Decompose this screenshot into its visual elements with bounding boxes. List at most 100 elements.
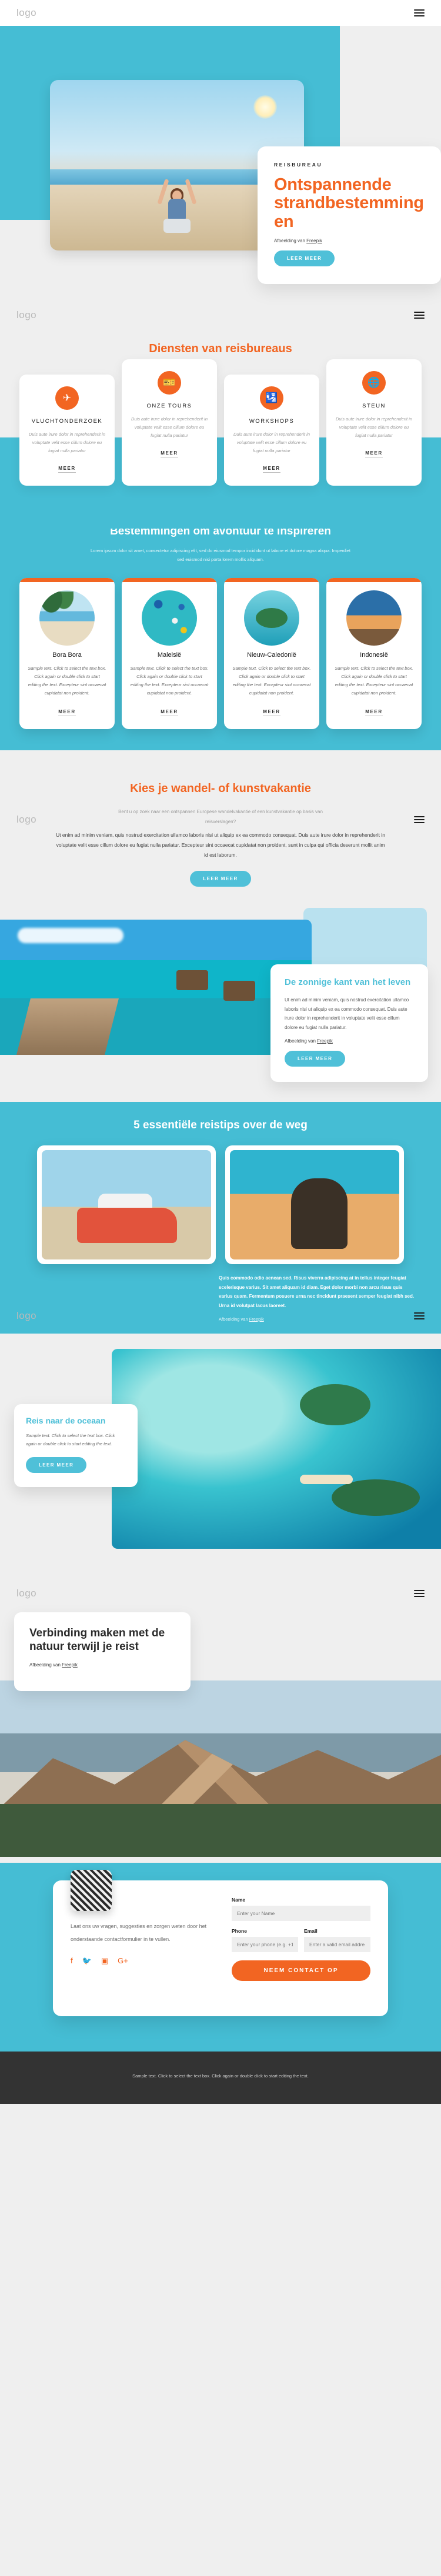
email-field-label: Email xyxy=(304,1928,318,1934)
man-drinking-photo xyxy=(230,1150,399,1260)
palm-beach-photo xyxy=(39,590,95,646)
sun-shape xyxy=(253,95,277,119)
email-field[interactable] xyxy=(304,1937,370,1953)
destination-name: Nieuw-Caledonië xyxy=(247,651,296,659)
lagoon-photo xyxy=(244,590,299,646)
top-navbar: logo xyxy=(0,0,441,26)
service-card[interactable]: 🛂 WORKSHOPS Duis aute irure dolor in rep… xyxy=(224,375,319,486)
destination-name: Bora Bora xyxy=(52,651,82,659)
ocean-cta-button[interactable]: LEER MEER xyxy=(26,1456,87,1473)
logo[interactable]: logo xyxy=(16,7,36,19)
destination-card[interactable]: Bora Bora Sample text. Click to select t… xyxy=(19,578,115,729)
destination-more-link[interactable]: MEER xyxy=(365,709,383,716)
footer-text: Sample text. Click to select the text bo… xyxy=(132,2073,309,2079)
services-card-row: ✈ VLUCHTONDERZOEK Duis aute irure dolor … xyxy=(0,359,441,486)
sunny-cta-button[interactable]: LEER MEER xyxy=(285,1050,346,1067)
hamburger-menu-icon[interactable] xyxy=(414,816,425,823)
hero-cta-button[interactable]: LEER MEER xyxy=(274,250,335,266)
name-field-label: Name xyxy=(232,1897,246,1903)
hamburger-menu-icon[interactable] xyxy=(414,1312,425,1319)
mountain-forest-photo xyxy=(0,1680,441,1857)
walking-holiday-section: Kies je wandel- of kunstvakantie Bent u … xyxy=(0,750,441,908)
hamburger-menu-icon[interactable] xyxy=(414,1589,425,1597)
tips-navbar: logo xyxy=(0,1303,441,1329)
destination-more-link[interactable]: MEER xyxy=(58,709,76,716)
card-accent-bar xyxy=(224,578,319,583)
destination-text: Sample text. Click to select the text bo… xyxy=(335,666,413,696)
ocean-title: Reis naar de oceaan xyxy=(26,1415,106,1425)
twitter-icon[interactable]: 🐦 xyxy=(82,1956,92,1966)
hero-text-card: REISBUREAU Ontspannende strandbestemming… xyxy=(258,146,441,284)
service-text: Duis aute irure dolor in reprehenderit i… xyxy=(28,432,106,453)
nature-text-card: Verbinding maken met de natuur terwijl j… xyxy=(14,1612,191,1692)
service-more-link[interactable]: MEER xyxy=(58,466,76,473)
contact-form: Name Phone Email NEEM CONTACT OP xyxy=(232,1897,370,1982)
landing-page: logo REISBUREAU Ontspannende strandbeste… xyxy=(0,0,441,2104)
service-name: VLUCHTONDERZOEK xyxy=(31,418,103,425)
hero-title: Ontspannende strandbestemmingen xyxy=(274,175,424,231)
services-navbar: logo xyxy=(0,302,441,328)
instagram-icon[interactable]: ▣ xyxy=(101,1956,108,1966)
service-card[interactable]: 🌐 STEUN Duis aute irure dolor in reprehe… xyxy=(326,359,422,486)
hamburger-menu-icon[interactable] xyxy=(414,312,425,319)
freepik-link[interactable]: Freepik xyxy=(317,1038,333,1044)
walking-navbar: logo xyxy=(0,807,441,833)
tropical-island-aerial-photo xyxy=(112,1348,441,1549)
phone-field[interactable] xyxy=(232,1937,298,1953)
google-plus-icon[interactable]: G+ xyxy=(118,1956,128,1966)
destination-more-link[interactable]: MEER xyxy=(263,709,280,716)
logo[interactable]: logo xyxy=(16,1310,36,1322)
card-accent-bar xyxy=(122,578,217,583)
submit-button[interactable]: NEEM CONTACT OP xyxy=(232,1960,370,1982)
boats-aerial-photo xyxy=(142,590,197,646)
logo[interactable]: logo xyxy=(16,309,36,321)
sunset-beach-photo xyxy=(346,590,402,646)
nature-navbar: logo xyxy=(0,1581,441,1606)
logo[interactable]: logo xyxy=(16,814,36,826)
service-card[interactable]: ✈ VLUCHTONDERZOEK Duis aute irure dolor … xyxy=(19,375,115,486)
destination-more-link[interactable]: MEER xyxy=(161,709,178,716)
contact-body: Laat ons uw vragen, suggesties en zorgen… xyxy=(71,1923,207,1942)
destination-text: Sample text. Click to select the text bo… xyxy=(28,666,106,696)
service-more-link[interactable]: MEER xyxy=(161,450,178,457)
destination-card[interactable]: Maleisië Sample text. Click to select th… xyxy=(122,578,217,729)
tips-image-row xyxy=(0,1132,441,1265)
destination-text: Sample text. Click to select the text bo… xyxy=(130,666,209,696)
destination-card[interactable]: Nieuw-Caledonië Sample text. Click to se… xyxy=(224,578,319,729)
destination-text: Sample text. Click to select the text bo… xyxy=(232,666,311,696)
destination-name: Indonesië xyxy=(360,651,388,659)
services-section: logo Diensten van reisbureaus ✈ VLUCHTON… xyxy=(0,302,441,529)
logo[interactable]: logo xyxy=(16,1588,36,1599)
hero-eyebrow: REISBUREAU xyxy=(274,162,323,168)
credit-prefix: Afbeelding van xyxy=(29,1662,62,1668)
nature-image-credit: Afbeelding van Freepik xyxy=(29,1662,175,1668)
destinations-card-row: Bora Bora Sample text. Click to select t… xyxy=(0,564,441,729)
card-accent-bar xyxy=(19,578,115,583)
destination-card[interactable]: Indonesië Sample text. Click to select t… xyxy=(326,578,422,729)
hamburger-menu-icon[interactable] xyxy=(414,9,425,16)
contact-card: Laat ons uw vragen, suggesties en zorgen… xyxy=(53,1870,388,2017)
facebook-icon[interactable]: f xyxy=(71,1956,73,1966)
tips-card[interactable] xyxy=(37,1145,216,1265)
tips-card[interactable] xyxy=(225,1145,404,1265)
service-card[interactable]: 🎫 ONZE TOURS Duis aute irure dolor in re… xyxy=(122,359,217,486)
travel-tips-section: 5 essentiële reistips over de weg logo Q… xyxy=(0,1102,441,1334)
ocean-text-card: Reis naar de oceaan Sample text. Click t… xyxy=(14,1404,138,1487)
destinations-section: Bestemmingen om avontuur te inspireren L… xyxy=(0,509,441,750)
service-name: STEUN xyxy=(362,403,386,409)
service-text: Duis aute irure dolor in reprehenderit i… xyxy=(131,416,208,438)
phone-field-label: Phone xyxy=(232,1928,247,1934)
ocean-section: Reis naar de oceaan Sample text. Click t… xyxy=(0,1333,441,1581)
walking-cta-button[interactable]: LEER MEER xyxy=(190,871,251,887)
freepik-link[interactable]: Freepik xyxy=(306,238,322,243)
credit-prefix: Afbeelding van xyxy=(285,1038,318,1044)
freepik-link[interactable]: Freepik xyxy=(62,1662,78,1668)
service-more-link[interactable]: MEER xyxy=(263,466,280,473)
social-links: f 🐦 ▣ G+ xyxy=(71,1956,218,1966)
contact-left-column: Laat ons uw vragen, suggesties en zorgen… xyxy=(71,1870,218,1981)
airplane-icon: ✈ xyxy=(55,386,79,410)
hero-section: REISBUREAU Ontspannende strandbestemming… xyxy=(0,26,441,302)
service-more-link[interactable]: MEER xyxy=(365,450,383,457)
name-field[interactable] xyxy=(232,1906,370,1922)
sunny-title: De zonnige kant van het leven xyxy=(285,977,411,988)
